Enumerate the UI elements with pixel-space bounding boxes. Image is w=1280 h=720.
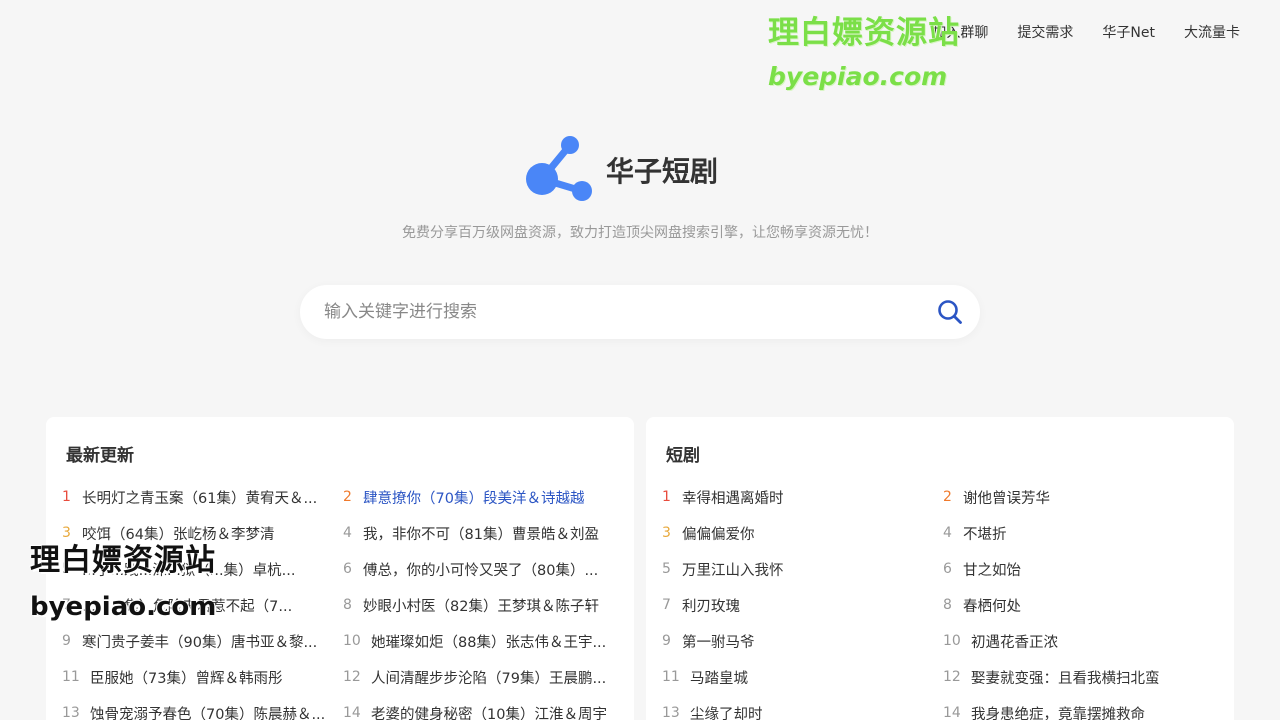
list-item[interactable]: 12 人间清醒步步沦陷（79集）王晨鹏... [343,666,622,688]
list-item[interactable]: 13 蚀骨宠溺予春色（70集）陈晨赫＆... [62,702,343,720]
nav-join-group[interactable]: 加入群聊 [932,22,988,44]
search-input[interactable] [300,285,920,339]
slogan: 免费分享百万级网盘资源，致力打造顶尖网盘搜索引擎，让您畅享资源无忧！ [402,225,878,241]
list-item[interactable]: 4 我，非你不可（81集）曹景皓＆刘盈 [343,522,622,544]
search-button[interactable] [920,285,980,339]
list-item[interactable]: 12 娶妻就变强：且看我横扫北蛮 [943,666,1222,688]
shorts-title: 短剧 [666,446,700,466]
list-item[interactable]: 8 春栖何处 [943,594,1222,616]
list-item[interactable]: 10 初遇花香正浓 [943,630,1222,652]
nav-data-card[interactable]: 大流量卡 [1184,22,1240,44]
list-item[interactable]: 13 尘缘了却时 [662,702,943,720]
list-item[interactable]: 5 ...子...践...深...狱（...集）卓杭... [62,558,343,580]
list-item[interactable]: 8 妙眼小村医（82集）王梦琪＆陈子轩 [343,594,622,616]
list-item[interactable]: 10 她璀璨如炬（88集）张志伟＆王宇... [343,630,622,652]
list-item[interactable]: 2 肆意撩你（70集）段美洋＆诗越越 [343,486,622,508]
site-title: 华子短剧 [605,155,718,188]
list-item[interactable]: 14 我身患绝症，竟靠摆摊救命 [943,702,1222,720]
list-item[interactable]: 7 ...（...集）危险夫君惹不起（7... [62,594,343,616]
share-nodes-icon [525,136,592,201]
nav-huazi-net[interactable]: 华子Net [1102,22,1155,44]
list-item[interactable]: 6 傅总，你的小可怜又哭了（80集）... [343,558,622,580]
list-item[interactable]: 11 马踏皇城 [662,666,943,688]
list-item[interactable]: 11 臣服她（73集）曾辉＆韩雨彤 [62,666,343,688]
list-item[interactable]: 4 不堪折 [943,522,1222,544]
shorts-list: 1 幸得相遇离婚时 2 谢他曾误芳华 3 偏偏偏爱你 4 不堪折 5 万里江山入我怀 6甘… [662,486,1222,720]
short-dramas-card: 短剧 1 幸得相遇离婚时 2 谢他曾误芳华 3 偏偏偏爱你 4 不堪折 5 万里江山入我怀… [646,417,1234,720]
list-item[interactable]: 9 第一驸马爷 [662,630,943,652]
watermark-en: byepiao.com [768,62,948,91]
list-item[interactable]: 1 幸得相遇离婚时 [662,486,943,508]
list-item[interactable]: 14 老婆的健身秘密（10集）江淮＆周宇 [343,702,622,720]
latest-updates-card: 最新更新 1 长明灯之青玉案（61集）黄宥天＆... 2 肆意撩你（70集）段美洋＆… [46,417,634,720]
latest-title: 最新更新 [66,446,134,466]
list-item[interactable]: 5 万里江山入我怀 [662,558,943,580]
list-item[interactable]: 6 甘之如饴 [943,558,1222,580]
list-item[interactable]: 9 寒门贵子姜丰（90集）唐书亚＆黎... [62,630,343,652]
latest-list: 1 长明灯之青玉案（61集）黄宥天＆... 2 肆意撩你（70集）段美洋＆诗越越 3… [62,486,622,720]
list-item[interactable]: 2 谢他曾误芳华 [943,486,1222,508]
brand: 华子短剧 [0,135,1280,205]
top-nav: 加入群聊 提交需求 华子Net 大流量卡 [903,22,1240,44]
search-icon [938,300,962,324]
list-item[interactable]: 3 咬饵（64集）张屹杨＆李梦清 [62,522,343,544]
search-bar [300,285,980,339]
list-item[interactable]: 1 长明灯之青玉案（61集）黄宥天＆... [62,486,343,508]
list-item[interactable]: 3 偏偏偏爱你 [662,522,943,544]
list-item[interactable]: 7 利刃玫瑰 [662,594,943,616]
nav-submit-request[interactable]: 提交需求 [1017,22,1073,44]
